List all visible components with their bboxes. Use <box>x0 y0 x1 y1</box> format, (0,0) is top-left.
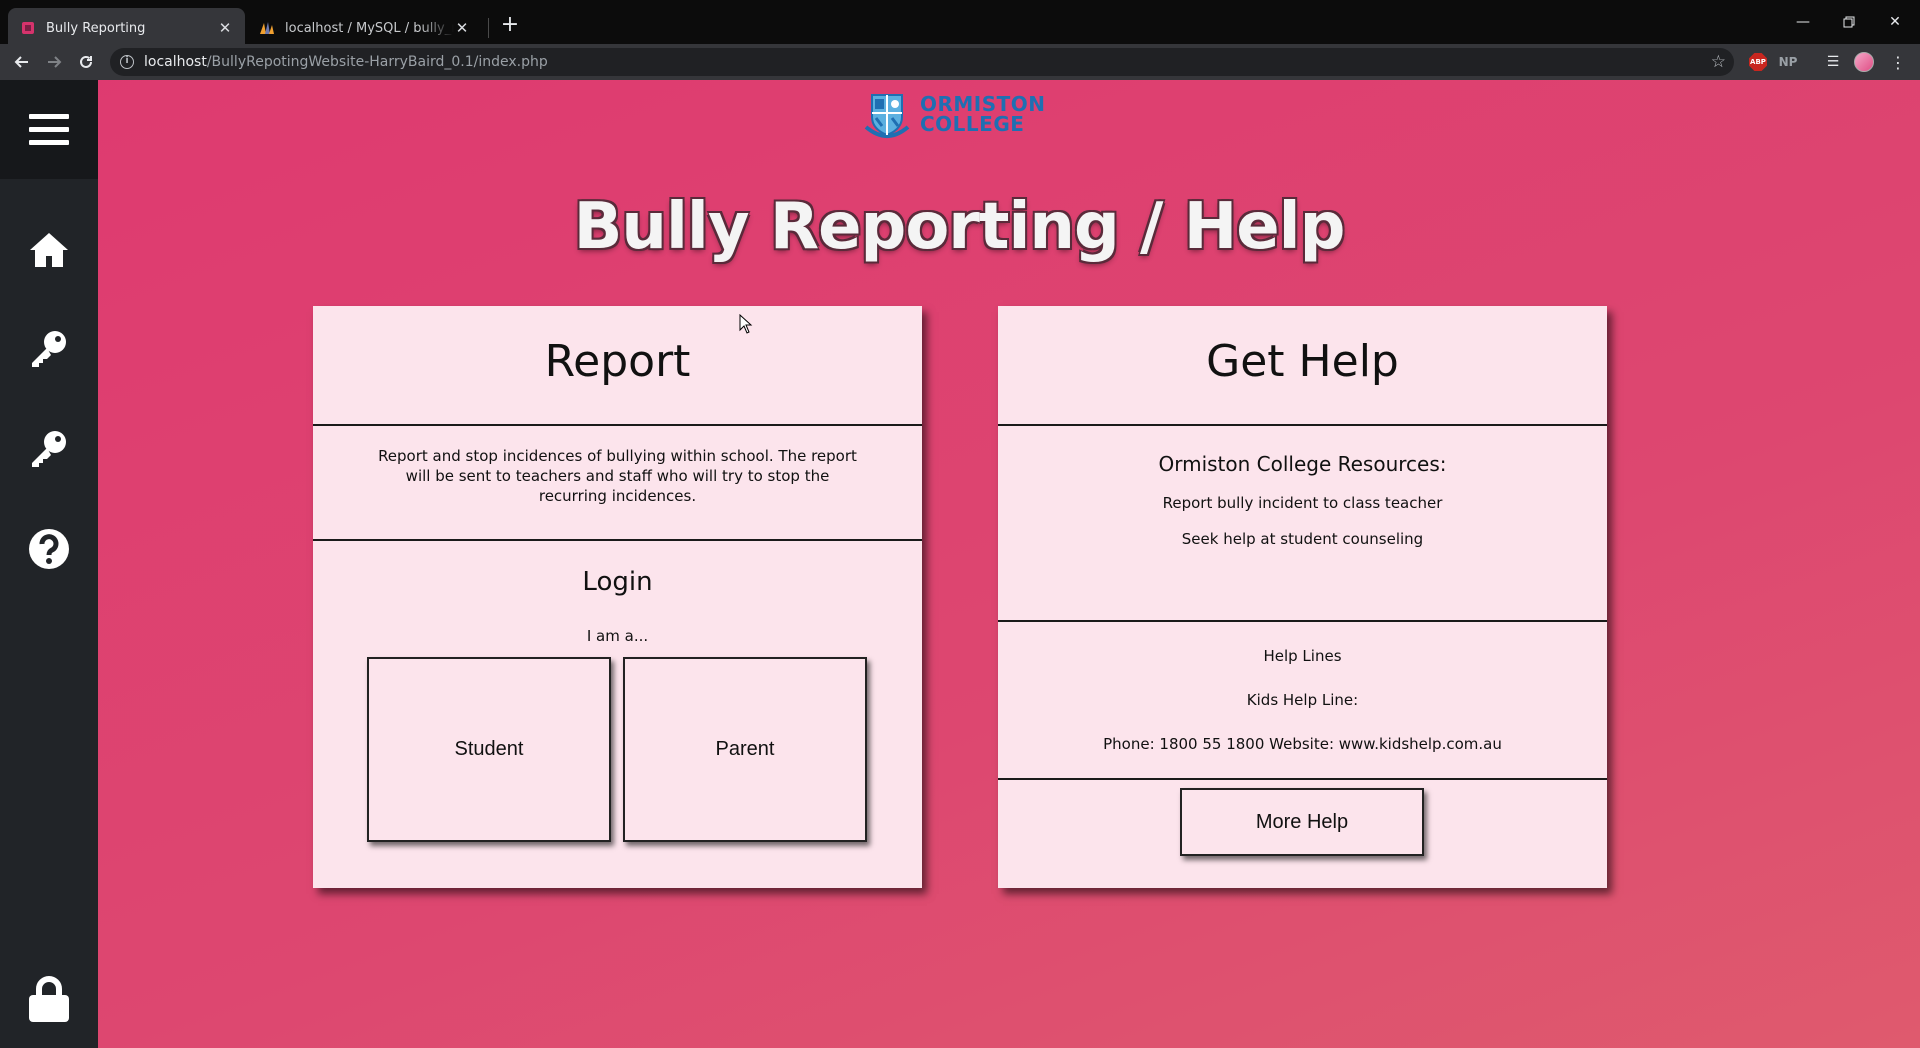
resources-title: Ormiston College Resources: <box>1158 452 1447 476</box>
browser-tab-bar: Bully Reporting ✕ localhost / MySQL / bu… <box>0 0 1920 48</box>
site-info-icon[interactable]: i <box>120 55 134 69</box>
parent-login-button[interactable]: Parent <box>623 657 867 842</box>
page-viewport: ORMISTON COLLEGE Bully Reporting / Help … <box>0 80 1920 1048</box>
report-title: Report <box>544 336 691 387</box>
student-login-button[interactable]: Student <box>367 657 611 842</box>
back-icon[interactable] <box>8 48 36 76</box>
tab-separator <box>488 18 489 38</box>
help-question-icon[interactable] <box>0 519 98 579</box>
help-title: Get Help <box>1206 336 1399 387</box>
resource-item: Seek help at student counseling <box>1181 530 1424 548</box>
report-header: Report <box>313 306 922 426</box>
adblock-extension-icon[interactable]: ABP <box>1747 51 1769 73</box>
bookmark-star-icon[interactable]: ☆ <box>1711 52 1726 72</box>
side-navigation <box>0 80 98 1048</box>
tab-phpmyadmin[interactable]: localhost / MySQL / bully_reporting ✕ <box>247 8 482 48</box>
media-queue-icon[interactable]: ☰ <box>1822 51 1844 73</box>
role-prompt: I am a... <box>586 627 649 645</box>
tab-title: Bully Reporting <box>46 20 146 36</box>
tab-bully-reporting[interactable]: Bully Reporting ✕ <box>8 8 245 48</box>
lock-icon[interactable] <box>0 969 98 1029</box>
profile-avatar[interactable] <box>1853 51 1875 73</box>
tab-title: localhost / MySQL / bully_reporting <box>285 20 454 36</box>
crest-icon <box>864 94 910 138</box>
phpmyadmin-favicon-icon <box>259 20 275 36</box>
login-section: Login I am a... Student Parent <box>313 541 922 888</box>
ormiston-college-logo: ORMISTON COLLEGE <box>860 85 1062 143</box>
logo-wordmark: ORMISTON COLLEGE <box>920 92 1046 136</box>
new-tab-icon[interactable]: + <box>496 12 524 40</box>
close-tab-icon[interactable]: ✕ <box>454 20 470 36</box>
report-card: Report Report and stop incidences of bul… <box>313 306 922 888</box>
resources-section: Ormiston College Resources: Report bully… <box>998 426 1607 622</box>
close-tab-icon[interactable]: ✕ <box>217 20 233 36</box>
mouse-cursor-icon <box>739 314 753 334</box>
help-card: Get Help Ormiston College Resources: Rep… <box>998 306 1607 888</box>
more-help-button[interactable]: More Help <box>1180 788 1424 856</box>
page-title: Bully Reporting / Help <box>573 190 1346 264</box>
report-description-section: Report and stop incidences of bullying w… <box>313 426 922 541</box>
browser-toolbar: i localhost/BullyRepotingWebsite-HarryBa… <box>0 44 1920 80</box>
hamburger-icon[interactable] <box>0 80 98 179</box>
site-favicon-icon <box>20 20 36 36</box>
minimize-icon[interactable]: — <box>1780 6 1826 38</box>
browser-menu-icon[interactable]: ⋮ <box>1888 51 1908 73</box>
kids-helpline-label: Kids Help Line: <box>1246 691 1359 709</box>
login-title: Login <box>582 567 653 597</box>
address-bar[interactable]: i localhost/BullyRepotingWebsite-HarryBa… <box>110 48 1734 76</box>
url-text: localhost/BullyRepotingWebsite-HarryBair… <box>144 54 548 70</box>
resource-item: Report bully incident to class teacher <box>1162 494 1443 512</box>
key-icon[interactable] <box>0 319 98 379</box>
report-description: Report and stop incidences of bullying w… <box>378 447 857 505</box>
np-extension-icon[interactable]: NP <box>1776 51 1800 73</box>
restore-icon[interactable] <box>1826 6 1872 38</box>
forward-icon[interactable] <box>40 48 68 76</box>
home-icon[interactable] <box>0 220 98 280</box>
helplines-section: Help Lines Kids Help Line: Phone: 1800 5… <box>998 622 1607 780</box>
close-window-icon[interactable]: ✕ <box>1872 6 1918 38</box>
help-header: Get Help <box>998 306 1607 426</box>
helpline-contact: Phone: 1800 55 1800 Website: www.kidshel… <box>1103 735 1502 753</box>
helplines-title: Help Lines <box>1263 647 1342 665</box>
reload-icon[interactable] <box>72 48 100 76</box>
key-icon[interactable] <box>0 419 98 479</box>
